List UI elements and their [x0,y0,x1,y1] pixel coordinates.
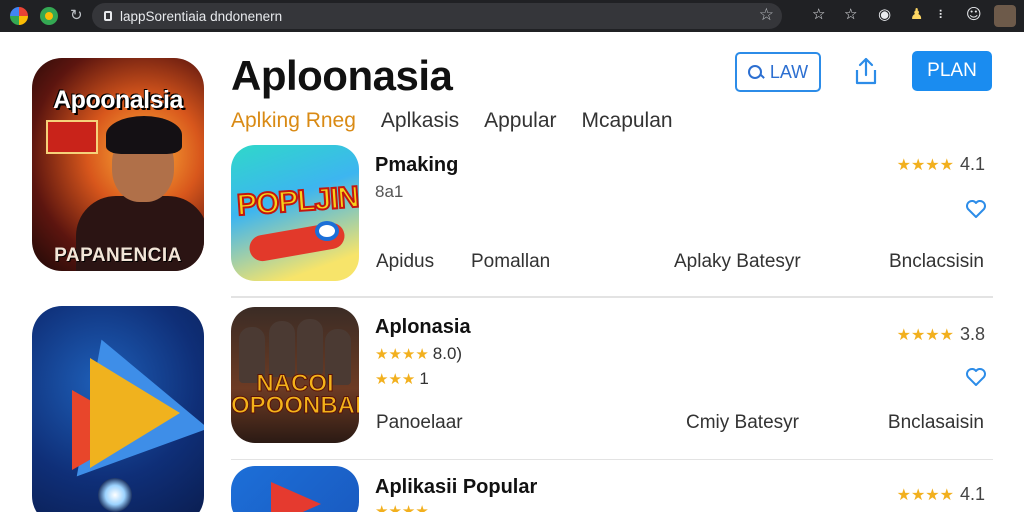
bookmark-star-icon[interactable]: ☆ [759,5,774,25]
tab-ranking[interactable]: Aplking Rneg [231,109,356,135]
tab-popular[interactable]: Appular [484,109,556,135]
extension-icon[interactable] [40,7,58,25]
app-icon-text: POPLJIN [235,180,359,223]
app-stars: ★★★★ [375,502,429,512]
rating-stars-icon: ★★★★ [896,485,954,504]
star-icon[interactable]: ☆ [844,5,857,23]
heart-icon[interactable] [965,199,987,219]
icon-figure [269,321,295,377]
rating-value: 4.1 [959,484,985,504]
app-name[interactable]: Pmaking [375,154,458,177]
icon-triangle [271,482,321,512]
banner-shape [90,358,180,468]
app-icon[interactable]: POPLJIN [231,145,359,281]
banner-subtitle: PAPANENCIA [54,245,182,266]
app-meta-publisher: Cmiy Batesyr [686,412,799,433]
banner-figure-hair [106,116,182,154]
rating-stars-icon: ★★★★ [896,325,954,344]
app-meta-publisher: Aplaky Batesyr [674,251,801,272]
banner-glow [98,478,132,512]
app-list-item[interactable]: Aplikasii Popular ★★★★ ★★★★ 4.1 [231,459,993,512]
puzzle-icon[interactable]: ♟ [910,5,923,23]
plan-button[interactable]: PLAN [912,51,992,91]
app-stars: ★★★★ 8.0) [375,344,462,364]
app-rating: ★★★★ 3.8 [897,324,985,345]
rating-value: 4.1 [959,154,985,174]
category-tabs: Aplking Rneg Aplkasis Appular Mcapulan [231,109,698,135]
extension-shield-icon[interactable]: ◉ [878,5,891,23]
stars-count: 8.0) [432,344,463,363]
tab-most-popular[interactable]: Mcapulan [582,109,673,135]
search-button[interactable]: LAW [735,52,821,92]
chrome-logo-icon[interactable] [10,7,28,25]
tab-apps[interactable]: Aplkasis [381,109,459,135]
browser-toolbar: ↻ lappSorentiaia​ dndonenern ☆ ☆ ☆ ◉ ♟ ⠇… [0,0,1024,32]
stars-icon: ★★★★ [375,502,429,512]
app-meta-action[interactable]: Bnclasaisin [888,412,984,434]
rating-stars-icon: ★★★★ [896,155,954,174]
page-title: Aploonasia [231,52,453,99]
app-meta-category: Panoelaar [376,412,463,433]
app-list-item[interactable]: POPLJIN Pmaking 8a1 ★★★★ 4.1 Apidus Pomal… [231,145,993,297]
app-icon[interactable]: NACOI OPOONBALA [231,307,359,443]
app-name[interactable]: Aplonasia [375,316,471,339]
featured-banner-2[interactable] [32,306,204,512]
lock-icon [104,11,112,21]
search-button-label: LAW [769,61,809,82]
banner-title: Apoonalsia [53,86,183,114]
share-icon[interactable] [853,56,879,86]
reload-icon[interactable]: ↻ [70,6,83,24]
app-icon[interactable] [231,466,359,512]
url-text[interactable]: lappSorentiaia​ dndonenern [120,9,282,24]
search-icon [747,64,763,80]
featured-banner[interactable]: Apoonalsia PAPANENCIA [32,58,204,271]
address-bar[interactable]: lappSorentiaia​ dndonenern ☆ [92,3,782,29]
app-rating: ★★★★ 4.1 [897,484,985,505]
stars-count: 1 [419,369,429,388]
app-name[interactable]: Aplikasii Popular [375,476,537,499]
profile-avatar[interactable] [994,5,1016,27]
app-meta-tag: Pomallan [471,251,551,272]
app-subtitle: 8a1 [375,182,404,201]
app-icon-text: NACOI OPOONBALA [231,370,359,419]
app-rating: ★★★★ 4.1 [897,154,985,175]
account-icon[interactable]: ☺ [966,5,982,23]
heart-icon[interactable] [965,367,987,387]
icon-figure [297,319,323,375]
stars-icon: ★★★ [375,370,416,388]
rating-value: 3.8 [959,324,985,344]
menu-dots-icon[interactable]: ⠇ [938,8,947,22]
app-meta-category: Apidus [376,251,435,272]
app-meta-action[interactable]: Bnclacsisin [889,251,984,273]
star-outline-icon[interactable]: ☆ [812,5,825,23]
stars-icon: ★★★★ [375,345,429,363]
banner-badge [46,120,98,154]
app-list-item[interactable]: NACOI OPOONBALA Aplonasia ★★★★8.0) ★★★1 … [231,297,993,459]
app-stars: ★★★ 1 [375,369,429,389]
icon-dot [315,221,339,241]
